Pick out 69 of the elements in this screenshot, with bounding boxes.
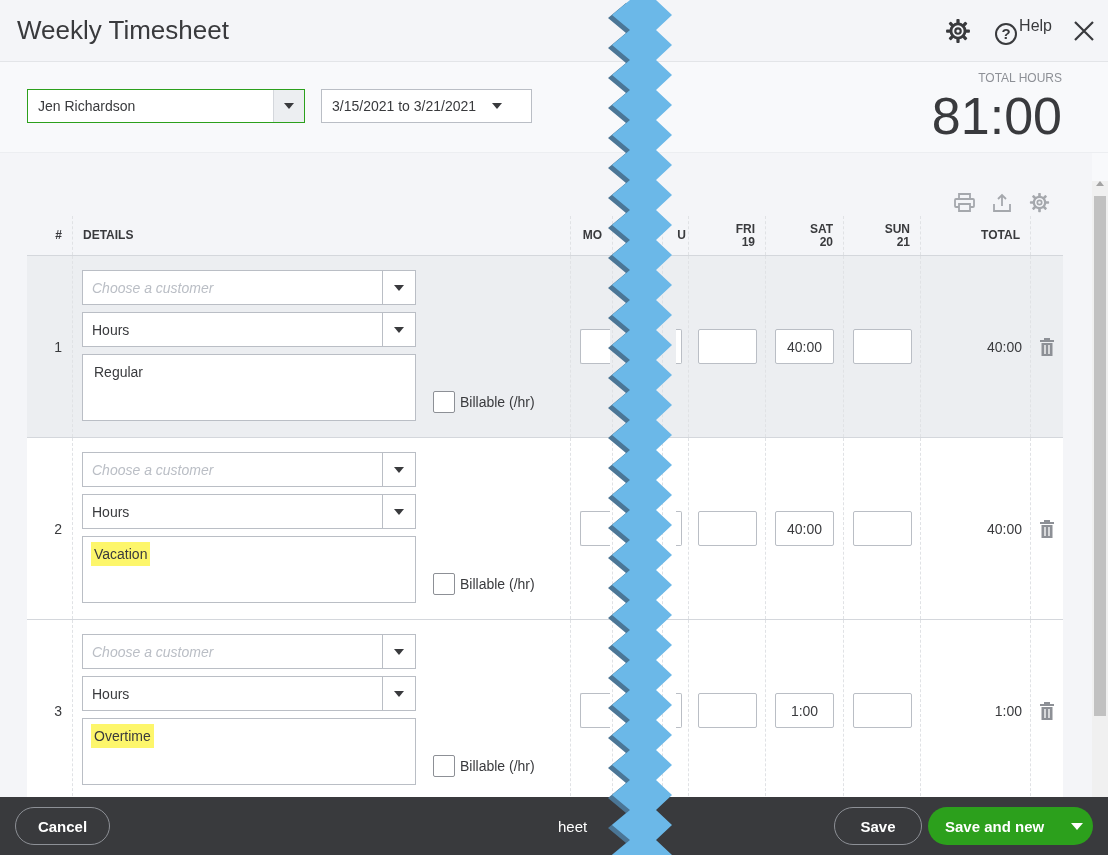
- row-total: 40:00: [986, 338, 1022, 355]
- scrollbar[interactable]: [1092, 181, 1108, 797]
- row-number: 1: [54, 338, 62, 355]
- caret-icon: [492, 103, 503, 109]
- column-header: #: [55, 229, 62, 242]
- trash-icon[interactable]: [1040, 701, 1054, 720]
- caret-icon: [394, 648, 404, 655]
- hours-input[interactable]: [853, 511, 912, 546]
- print-icon[interactable]: [954, 193, 975, 212]
- hours-input[interactable]: 40:00: [775, 511, 834, 546]
- row-total: 40:00: [986, 520, 1022, 537]
- description-field[interactable]: Overtime: [82, 718, 416, 785]
- billable-checkbox[interactable]: [433, 755, 455, 777]
- row-number: 3: [54, 702, 62, 719]
- caret-icon: [394, 326, 404, 333]
- column-header: SUN 21: [884, 222, 910, 249]
- trash-icon[interactable]: [1040, 519, 1054, 538]
- description-field[interactable]: Vacation: [82, 536, 416, 603]
- service-dropdown[interactable]: Hours: [82, 312, 416, 347]
- caret-icon: [394, 466, 404, 473]
- description-field[interactable]: Regular: [82, 354, 416, 421]
- caret-icon: [394, 690, 404, 697]
- row-number: 2: [54, 520, 62, 537]
- service-dropdown[interactable]: Hours: [82, 676, 416, 711]
- close-icon[interactable]: [1074, 20, 1094, 41]
- hours-input[interactable]: [580, 329, 610, 364]
- hours-input[interactable]: [698, 329, 757, 364]
- export-icon[interactable]: [992, 192, 1012, 213]
- hours-input[interactable]: [676, 329, 682, 364]
- total-hours-label: TOTAL HOURS: [978, 71, 1062, 85]
- date-range-dropdown[interactable]: 3/15/2021 to 3/21/2021: [321, 89, 532, 123]
- timesheet-row[interactable]: 2 Choose a customer Hours Vacation Billable (/hr) 40:00 40:00: [27, 438, 1063, 620]
- settings-icon[interactable]: [945, 17, 972, 44]
- hours-input[interactable]: [853, 693, 912, 728]
- hours-input[interactable]: [580, 693, 610, 728]
- help-button[interactable]: ? Help: [995, 16, 1052, 45]
- total-hours-value: 81:00: [931, 87, 1062, 145]
- hours-input[interactable]: [580, 511, 610, 546]
- billable-label: Billable (/hr): [460, 576, 535, 592]
- billable-label: Billable (/hr): [460, 758, 535, 774]
- scroll-up-icon[interactable]: [1096, 181, 1104, 186]
- column-header: MO: [582, 229, 602, 242]
- caret-icon: [284, 103, 294, 109]
- timesheet-row[interactable]: 1 Choose a customer Hours Regular Billable (/hr) 40:00 40:00: [27, 256, 1063, 438]
- trash-icon[interactable]: [1040, 337, 1054, 356]
- hours-input[interactable]: [676, 511, 682, 546]
- hours-input[interactable]: [853, 329, 912, 364]
- billable-checkbox[interactable]: [433, 391, 455, 413]
- column-header: TOTAL: [981, 229, 1020, 242]
- hours-input[interactable]: [698, 693, 757, 728]
- column-header: U: [677, 229, 686, 242]
- hours-input[interactable]: 40:00: [775, 329, 834, 364]
- row-total: 1:00: [994, 702, 1022, 719]
- column-header: DETAILS: [83, 229, 134, 242]
- service-dropdown[interactable]: Hours: [82, 494, 416, 529]
- footer-caption: heet: [558, 817, 588, 835]
- hours-input[interactable]: [676, 693, 682, 728]
- billable-checkbox[interactable]: [433, 573, 455, 595]
- billable-label: Billable (/hr): [460, 394, 535, 410]
- hours-input[interactable]: 1:00: [775, 693, 834, 728]
- caret-icon: [394, 284, 404, 291]
- caret-icon: [394, 508, 404, 515]
- caret-icon[interactable]: [1071, 822, 1083, 830]
- column-header: FRI 19: [735, 222, 755, 249]
- window-title: Weekly Timesheet: [17, 15, 230, 46]
- employee-dropdown[interactable]: Jen Richardson: [27, 89, 305, 123]
- timesheet-row[interactable]: 3 Choose a customer Hours Overtime Billable (/hr) 1:00 1:00: [27, 620, 1063, 797]
- column-header: SAT 20: [809, 222, 833, 249]
- hours-input[interactable]: [698, 511, 757, 546]
